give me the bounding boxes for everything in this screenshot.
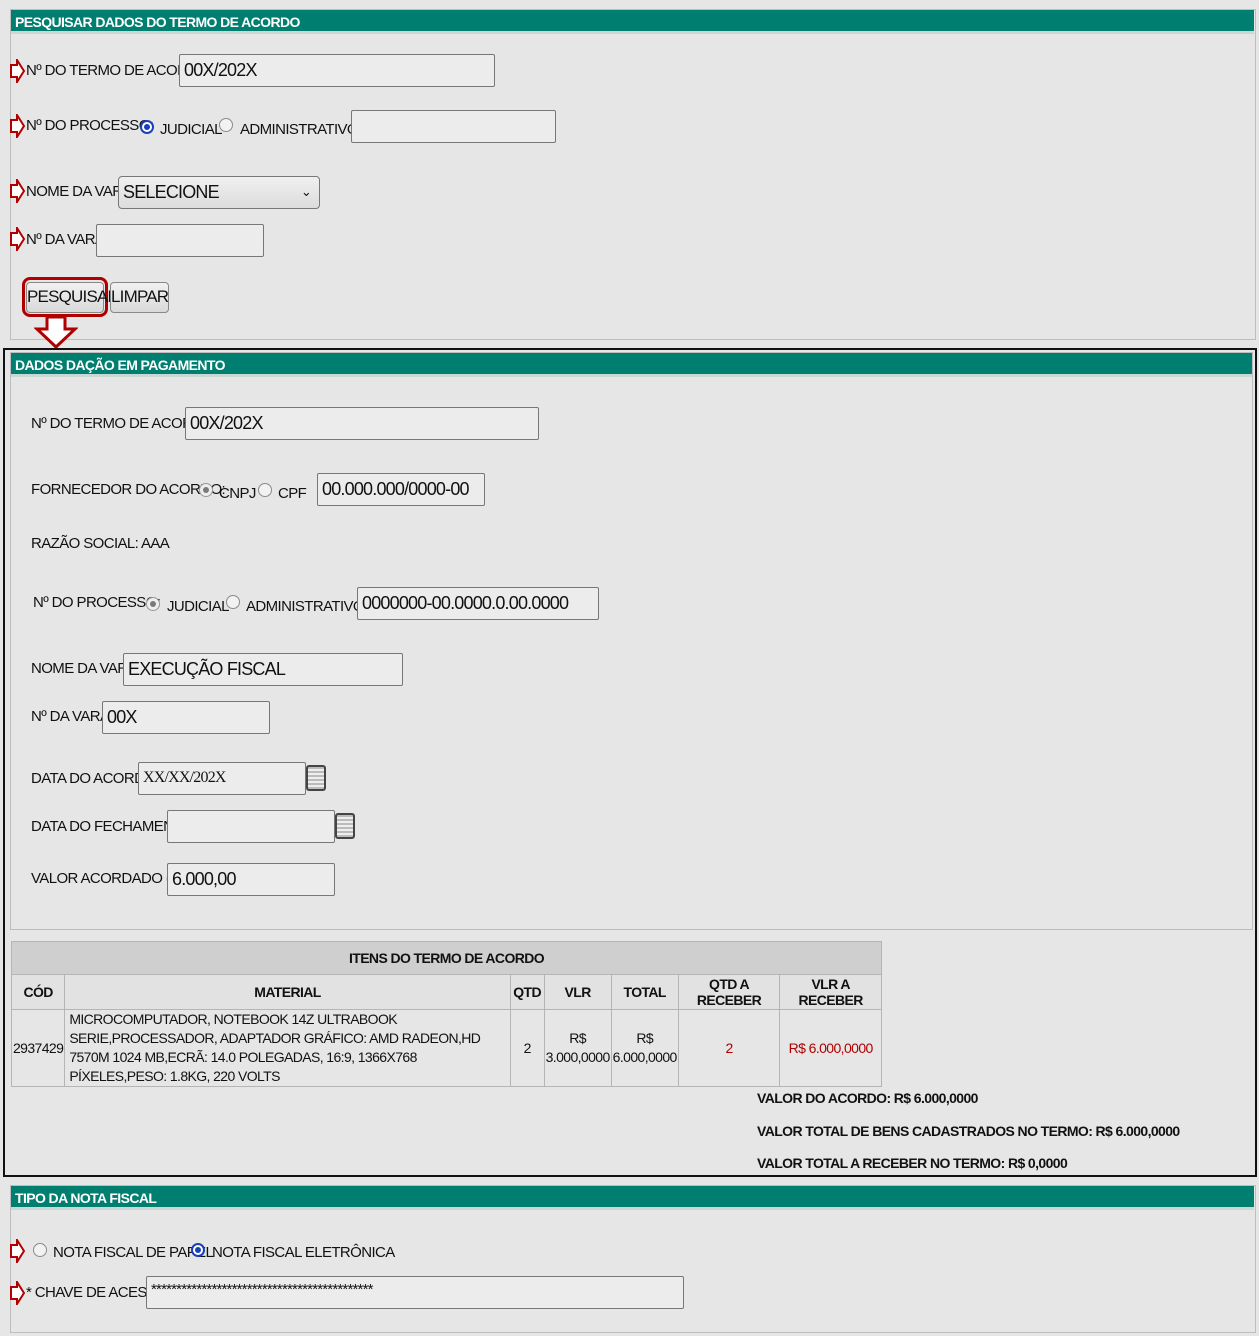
col-header: QTD A RECEBER xyxy=(677,974,781,1010)
dacao-judicial-radio[interactable] xyxy=(146,597,160,611)
table-row: 2937429 MICROCOMPUTADOR, NOTEBOOK 14Z UL… xyxy=(10,1009,882,1087)
dacao-fornecedor-label: FORNECEDOR DO ACORDO: xyxy=(31,481,226,498)
search-num-vara-input[interactable] xyxy=(96,224,264,257)
dacao-administrativo-label: ADMINISTRATIVO xyxy=(246,598,365,615)
valor-acordado-input[interactable]: 6.000,00 xyxy=(167,863,335,896)
pointer-arrow-icon xyxy=(10,1239,25,1263)
dacao-termo-input[interactable]: 00X/202X xyxy=(185,407,539,440)
items-table: ITENS DO TERMO DE ACORDO CÓD MATERIAL QT… xyxy=(10,941,882,1087)
col-header: QTD xyxy=(509,974,545,1010)
dacao-judicial-label: JUDICIAL xyxy=(167,598,229,615)
dacao-num-vara-input[interactable]: 00X xyxy=(102,701,270,734)
search-administrativo-label: ADMINISTRATIVO xyxy=(240,121,359,138)
cell-cod: 2937429 xyxy=(10,1009,66,1087)
col-header: VLR A RECEBER xyxy=(779,974,882,1010)
search-termo-input[interactable]: 00X/202X xyxy=(179,54,495,87)
col-header: CÓD xyxy=(10,974,66,1010)
cell-qtd-receber: 2 xyxy=(677,1009,781,1087)
down-arrow-icon xyxy=(34,315,78,349)
nota-eletronica-radio[interactable] xyxy=(191,1243,205,1257)
pesquisar-button[interactable]: PESQUISAR xyxy=(26,282,120,313)
calendar-icon[interactable] xyxy=(335,813,355,839)
nota-papel-label: NOTA FISCAL DE PAPEL xyxy=(53,1244,214,1261)
search-processo-input[interactable] xyxy=(351,110,556,143)
dacao-razao-social: RAZÃO SOCIAL: AAA xyxy=(31,535,170,552)
search-section-header: PESQUISAR DADOS DO TERMO DE ACORDO xyxy=(11,10,1254,34)
chevron-down-icon: ⌄ xyxy=(300,184,312,199)
pointer-arrow-icon xyxy=(10,227,25,251)
search-judicial-label: JUDICIAL xyxy=(160,121,222,138)
calendar-icon[interactable] xyxy=(306,765,326,791)
cell-material: MICROCOMPUTADOR, NOTEBOOK 14Z ULTRABOOK … xyxy=(64,1009,511,1087)
pointer-arrow-icon xyxy=(10,1281,25,1305)
cell-vlr-value: 3.000,0000 xyxy=(545,1049,611,1065)
dacao-fornecedor-input[interactable]: 00.000.000/0000-00 xyxy=(317,473,485,506)
items-header-row: CÓD MATERIAL QTD VLR TOTAL QTD A RECEBER… xyxy=(10,974,882,1010)
dacao-administrativo-radio[interactable] xyxy=(226,595,240,609)
search-processo-label: Nº DO PROCESSO: xyxy=(26,117,154,134)
dacao-cpf-radio[interactable] xyxy=(258,483,272,497)
valor-bens-summary: VALOR TOTAL DE BENS CADASTRADOS NO TERMO… xyxy=(757,1123,1180,1139)
nota-papel-radio[interactable] xyxy=(33,1243,47,1257)
search-vara-select[interactable]: SELECIONE ⌄ xyxy=(118,176,320,209)
col-header: VLR xyxy=(543,974,612,1010)
dacao-processo-label: Nº DO PROCESSO: xyxy=(33,594,161,611)
search-judicial-radio[interactable] xyxy=(140,120,154,134)
dacao-cnpj-radio[interactable] xyxy=(199,483,213,497)
pointer-arrow-icon xyxy=(10,179,25,203)
dacao-vara-input[interactable]: EXECUÇÃO FISCAL xyxy=(123,653,403,686)
nota-eletronica-label: NOTA FISCAL ELETRÔNICA xyxy=(212,1244,395,1261)
valor-acordo-summary: VALOR DO ACORDO: R$ 6.000,0000 xyxy=(757,1090,978,1106)
dacao-cpf-label: CPF xyxy=(278,485,307,502)
limpar-button[interactable]: LIMPAR xyxy=(110,282,169,313)
cell-total-currency: R$ xyxy=(636,1030,654,1046)
search-administrativo-radio[interactable] xyxy=(219,118,233,132)
col-header: TOTAL xyxy=(610,974,679,1010)
dacao-num-vara-label: Nº DA VARA: xyxy=(31,708,114,725)
pointer-arrow-icon xyxy=(10,59,25,83)
col-header: MATERIAL xyxy=(64,974,511,1010)
cell-vlr-currency: R$ xyxy=(569,1030,586,1046)
nota-section-header: TIPO DA NOTA FISCAL xyxy=(11,1186,1254,1210)
cell-total-value: 6.000,0000 xyxy=(612,1049,678,1065)
data-acordo-input[interactable]: XX/XX/202X xyxy=(138,762,306,795)
dacao-cnpj-label: CNPJ xyxy=(219,485,256,502)
cell-vlr-receber: R$ 6.000,0000 xyxy=(779,1009,882,1087)
data-fechamento-input[interactable] xyxy=(167,810,335,843)
dacao-section-header: DADOS DAÇÃO EM PAGAMENTO xyxy=(11,353,1252,377)
cell-vlr: R$ 3.000,0000 xyxy=(543,1009,612,1087)
cell-total: R$ 6.000,0000 xyxy=(610,1009,679,1087)
chave-acesso-input[interactable]: ****************************************… xyxy=(146,1276,684,1309)
pointer-arrow-icon xyxy=(10,114,25,138)
cell-qtd: 2 xyxy=(509,1009,545,1087)
items-table-title: ITENS DO TERMO DE ACORDO xyxy=(11,941,882,975)
valor-receber-summary: VALOR TOTAL A RECEBER NO TERMO: R$ 0,000… xyxy=(757,1155,1068,1171)
dacao-processo-input[interactable]: 0000000-00.0000.0.00.0000 xyxy=(357,587,599,620)
search-vara-selected: SELECIONE xyxy=(123,182,220,202)
